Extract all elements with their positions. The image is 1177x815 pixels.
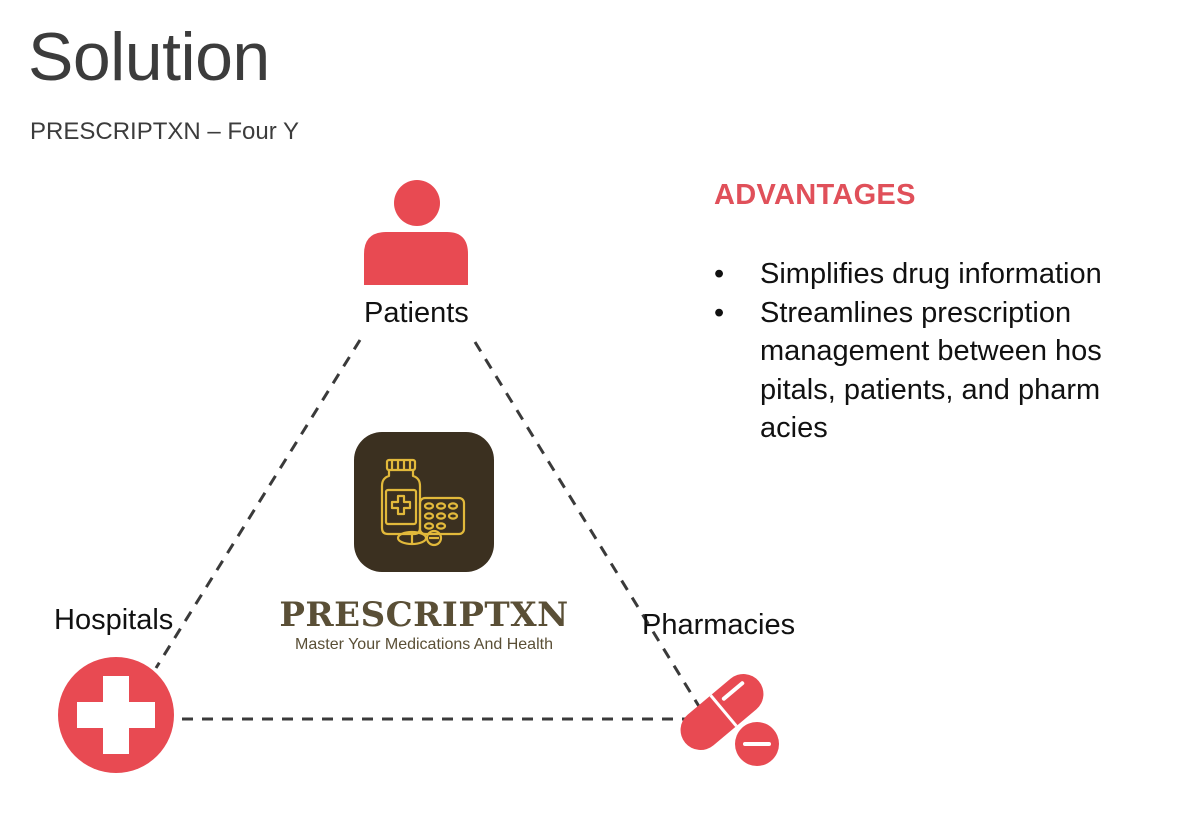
brand-name: PRESCRIPTXN xyxy=(279,595,569,635)
list-item: • Simplifies drug information xyxy=(714,255,1154,294)
list-item: • Streamlines prescription management be… xyxy=(714,294,1154,448)
list-item-text: Simplifies drug information xyxy=(760,258,1102,290)
patients-label: Patients xyxy=(364,297,469,329)
pill-icon xyxy=(680,674,779,766)
bullet: • xyxy=(714,296,725,329)
medicine-bottle-and-pills-icon xyxy=(380,458,466,547)
bullet: • xyxy=(714,258,725,290)
app-logo xyxy=(354,432,494,572)
advantages-list: • Simplifies drug information • Streamli… xyxy=(714,255,1154,448)
medical-cross-icon xyxy=(58,657,174,773)
person-icon xyxy=(364,180,468,285)
brand-tagline: Master Your Medications And Health xyxy=(295,636,553,653)
advantages-heading: ADVANTAGES xyxy=(714,179,916,211)
pharmacies-label: Pharmacies xyxy=(642,609,796,641)
list-item-text: Streamlines prescription management betw… xyxy=(760,296,1102,445)
hospitals-label: Hospitals xyxy=(54,604,174,636)
